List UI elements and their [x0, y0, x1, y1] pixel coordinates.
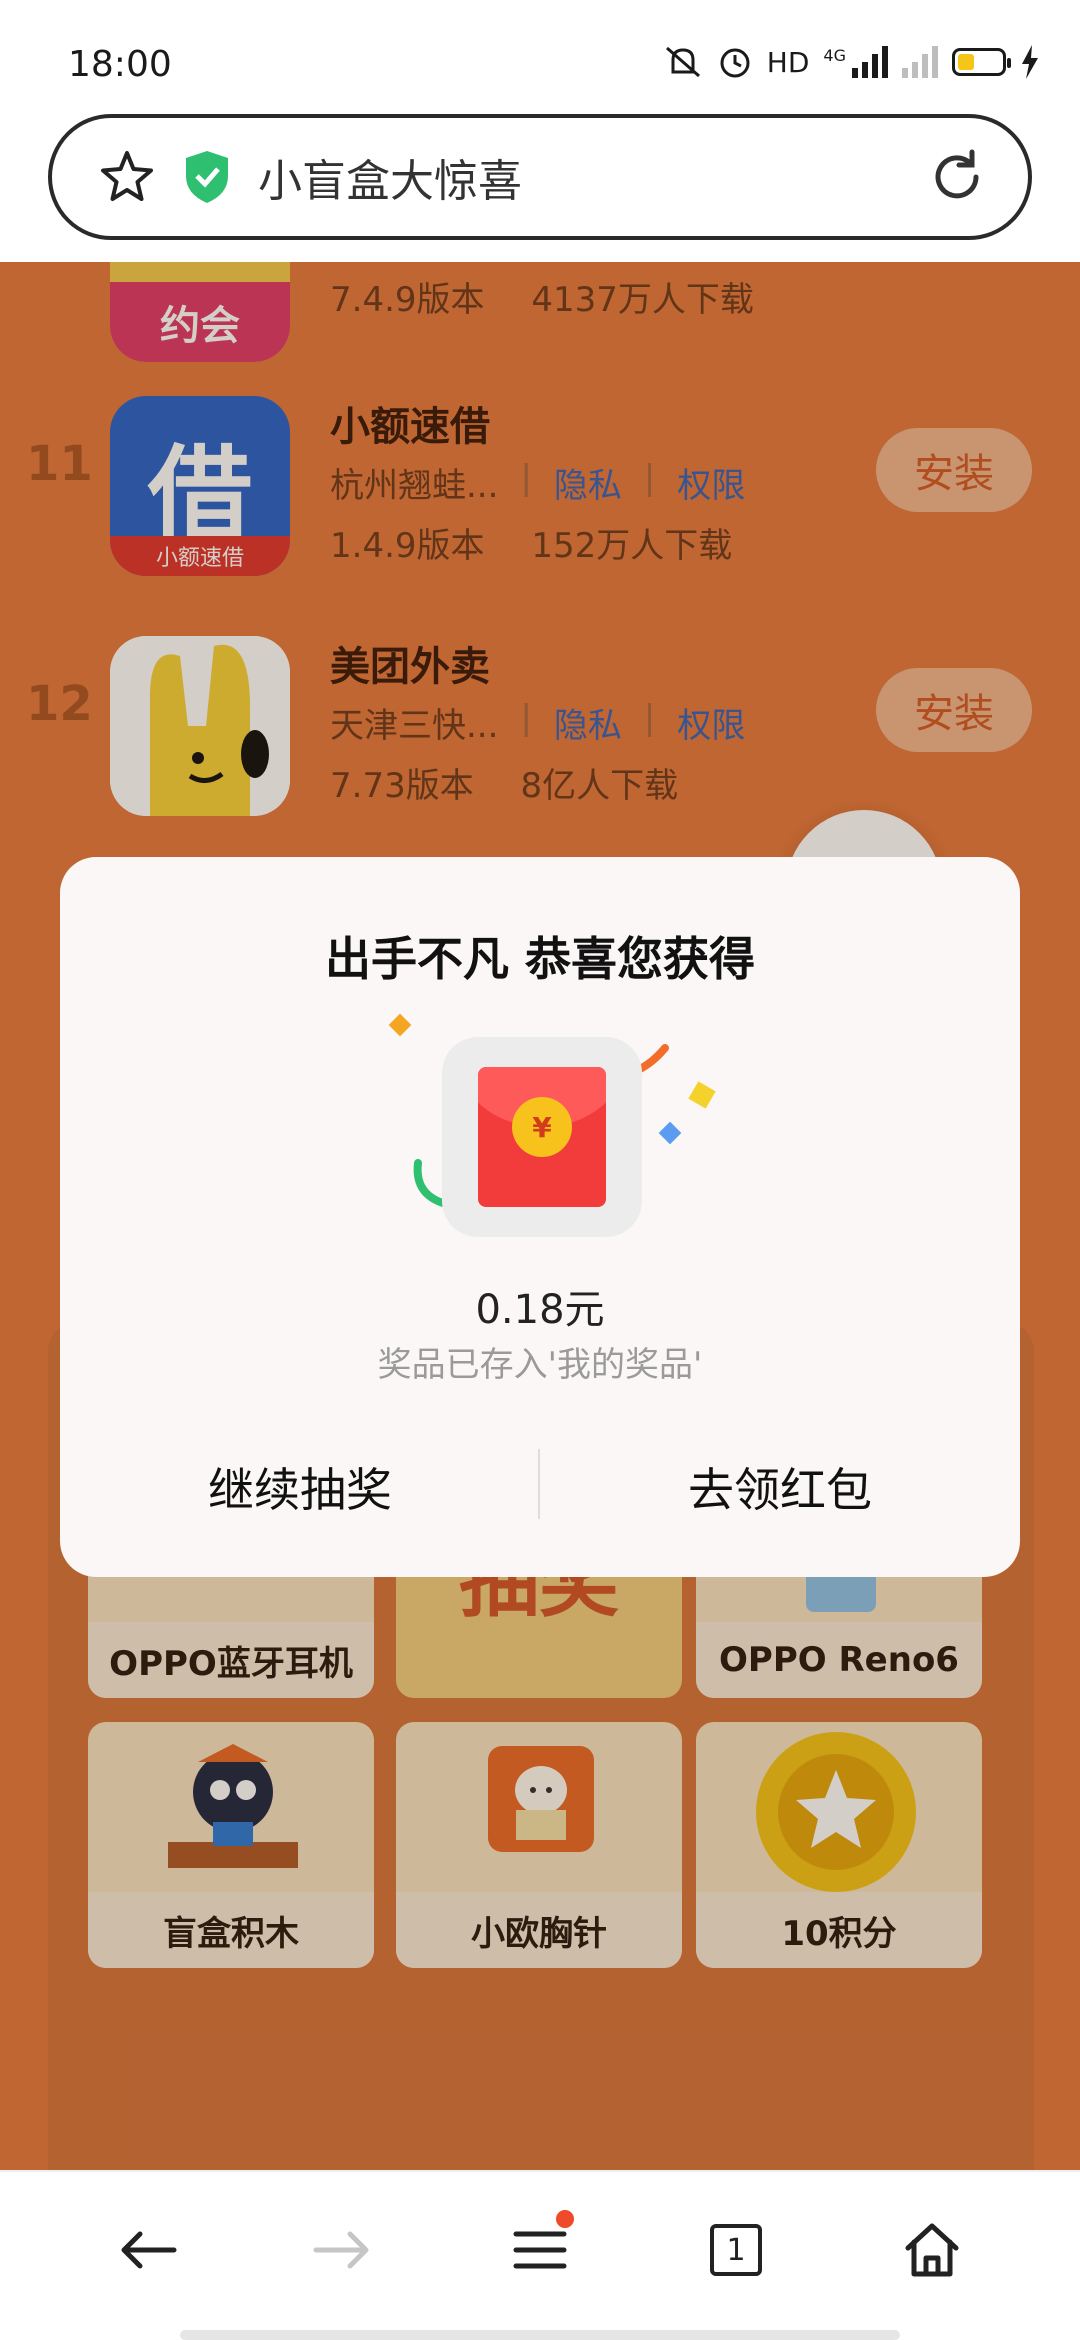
tabs-button[interactable]: 1: [686, 2210, 786, 2290]
app-icon: 约会: [110, 262, 290, 362]
prize-dialog: 出手不凡 恭喜您获得 ¥ 0.18元 奖品已存入'我的奖品' 继续抽奖 去领红包: [60, 857, 1020, 1577]
home-button[interactable]: [882, 2210, 982, 2290]
star-icon[interactable]: [92, 147, 162, 207]
coin-icon: ¥: [512, 1097, 572, 1157]
app-meta: 天津三快... | 隐私 | 权限: [330, 698, 746, 747]
charging-icon: [1022, 45, 1038, 79]
app-version: 1.4.9版本: [330, 526, 485, 566]
shield-icon: [186, 151, 228, 203]
app-rank: 11: [26, 436, 93, 492]
blocks-figure-image: [168, 1744, 298, 1868]
app-name: 小额速借: [330, 404, 490, 450]
status-icons: HD 4G: [663, 42, 1040, 82]
forward-button[interactable]: [292, 2210, 392, 2290]
network-label: 4G: [823, 46, 846, 65]
forward-icon: [313, 2231, 369, 2269]
mute-icon: [665, 46, 700, 78]
points-star-icon: [756, 1732, 916, 1892]
button-divider: [538, 1449, 540, 1519]
tabs-icon: 1: [710, 2224, 762, 2276]
address-bar[interactable]: 小盲盒大惊喜: [48, 114, 1032, 240]
prize-cell[interactable]: 小欧胸针: [396, 1722, 682, 1968]
kangaroo-icon: [110, 636, 290, 816]
back-button[interactable]: [98, 2210, 198, 2290]
list-item[interactable]: 11 借 小额速借 小额速借 杭州翘蛙... | 隐私 | 权限 1.4.9版本…: [0, 392, 1080, 592]
prize-label: OPPO蓝牙耳机: [88, 1622, 374, 1698]
app-name: 美团外卖: [330, 644, 490, 690]
status-time: 18:00: [68, 44, 172, 85]
brooch-image: [488, 1746, 594, 1852]
battery-icon: [952, 48, 1011, 76]
red-envelope-icon: ¥: [478, 1067, 606, 1207]
prize-label: 10积分: [696, 1892, 982, 1968]
home-icon: [905, 2223, 959, 2277]
prize-amount: 0.18元: [475, 1287, 605, 1333]
hd-label: HD: [766, 45, 810, 79]
red-envelope-image: ¥: [442, 1037, 642, 1237]
app-version-downloads: 7.4.9版本 4137万人下载: [330, 272, 754, 321]
install-button[interactable]: 安装: [876, 428, 1032, 512]
menu-icon: [513, 2231, 567, 2269]
privacy-link[interactable]: 隐私: [554, 698, 622, 747]
app-icon-sublabel: 小额速借: [110, 536, 290, 576]
signal-4g-icon: 4G: [823, 46, 888, 78]
gesture-bar: [180, 2330, 900, 2340]
app-rank: 12: [26, 676, 93, 732]
prize-note: 奖品已存入'我的奖品': [377, 1345, 703, 1385]
permission-link[interactable]: 权限: [677, 458, 745, 507]
menu-button[interactable]: [490, 2210, 590, 2290]
app-meta: 杭州翘蛙... | 隐私 | 权限: [330, 458, 746, 507]
app-icon-label: 约会: [110, 282, 290, 362]
prize-label: OPPO Reno6: [696, 1622, 982, 1698]
claim-red-packet-button[interactable]: 去领红包: [580, 1447, 980, 1527]
reload-icon[interactable]: [926, 146, 988, 208]
app-version: 7.4.9版本: [330, 280, 485, 320]
app-icon: [110, 636, 290, 816]
prize-label: 小欧胸针: [396, 1892, 682, 1968]
back-icon: [121, 2231, 177, 2269]
dialog-title: 出手不凡 恭喜您获得: [324, 932, 755, 986]
app-version-downloads: 1.4.9版本 152万人下载: [330, 518, 732, 567]
confetti: [388, 1013, 412, 1037]
install-button[interactable]: 安装: [876, 668, 1032, 752]
app-icon: 借 小额速借: [110, 396, 290, 576]
address-area: 小盲盒大惊喜: [0, 110, 1080, 262]
status-bar: 18:00 HD 4G: [0, 0, 1080, 110]
list-item[interactable]: 12 美团外卖 天津三快... | 隐私 | 权限 7.73版本 8亿人下载 安…: [0, 632, 1080, 832]
bottom-nav: 1: [0, 2170, 1080, 2340]
prize-label: 盲盒积木: [88, 1892, 374, 1968]
confetti: [658, 1121, 682, 1145]
confetti: [688, 1081, 716, 1109]
notification-dot: [556, 2210, 574, 2228]
app-downloads: 152万人下载: [531, 526, 733, 566]
prize-cell[interactable]: 10积分: [696, 1722, 982, 1968]
continue-draw-button[interactable]: 继续抽奖: [100, 1447, 500, 1527]
app-version: 7.73版本: [330, 766, 474, 806]
prize-cell[interactable]: 盲盒积木: [88, 1722, 374, 1968]
app-developer: 杭州翘蛙...: [330, 466, 499, 506]
privacy-link[interactable]: 隐私: [554, 458, 622, 507]
address-text[interactable]: 小盲盒大惊喜: [258, 145, 926, 209]
app-downloads: 4137万人下载: [531, 280, 754, 320]
app-downloads: 8亿人下载: [520, 766, 679, 806]
app-version-downloads: 7.73版本 8亿人下载: [330, 758, 678, 807]
alarm-icon: [720, 48, 750, 78]
app-developer: 天津三快...: [330, 706, 499, 746]
signal-empty-icon: [902, 46, 938, 78]
permission-link[interactable]: 权限: [677, 698, 745, 747]
